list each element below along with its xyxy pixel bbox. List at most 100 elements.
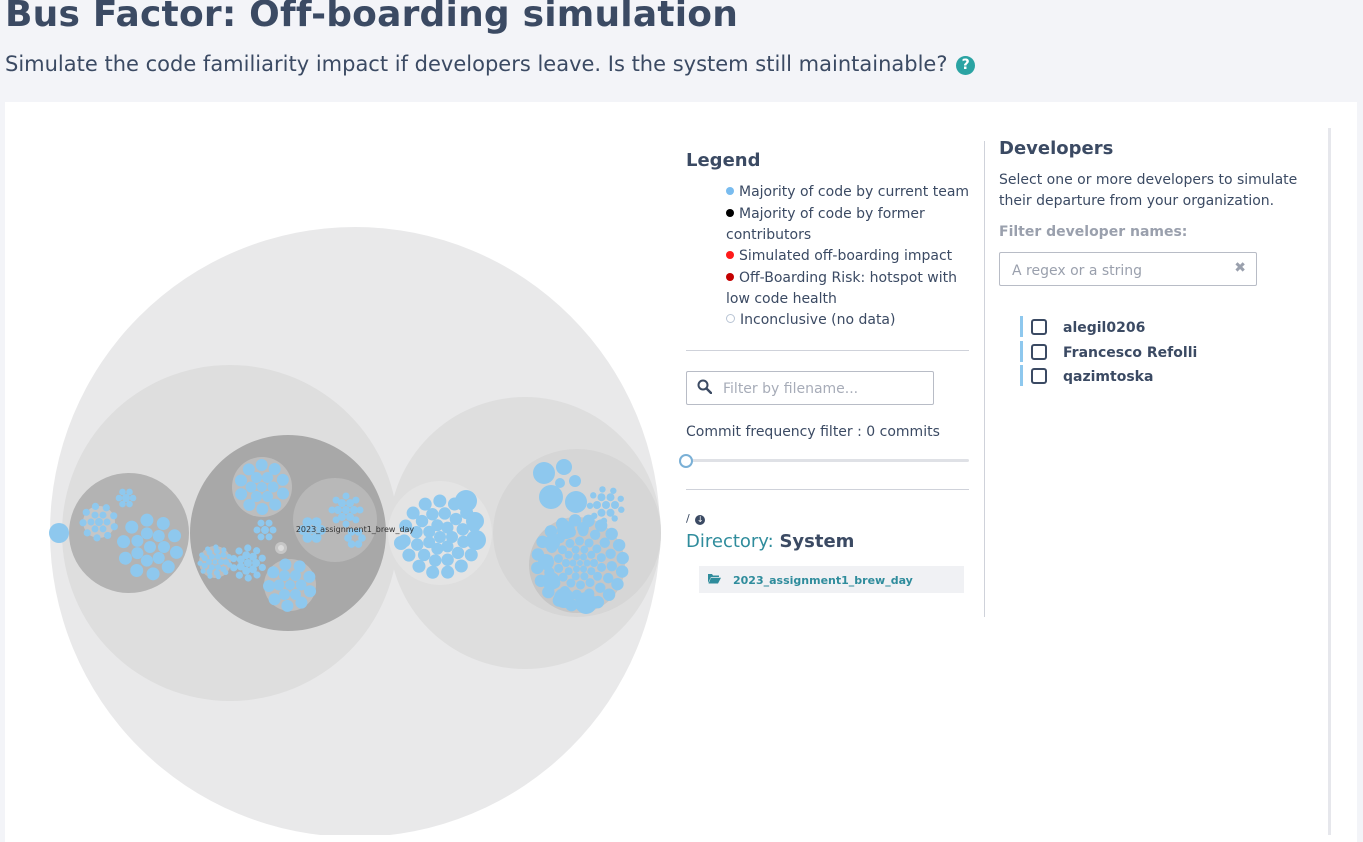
file-circle[interactable] — [565, 538, 575, 548]
file-circle[interactable] — [342, 492, 350, 500]
file-circle[interactable] — [566, 578, 576, 588]
file-circle[interactable] — [91, 525, 99, 533]
file-circle[interactable] — [261, 526, 269, 534]
file-circle[interactable] — [242, 463, 255, 476]
file-circle[interactable] — [354, 540, 363, 548]
file-filter-field[interactable] — [686, 371, 934, 405]
file-circle[interactable] — [352, 496, 360, 504]
developer-item[interactable]: alegil0206 — [1020, 316, 1280, 341]
file-circle[interactable] — [230, 564, 238, 572]
file-circle[interactable] — [580, 553, 587, 561]
file-circle[interactable] — [131, 547, 144, 560]
file-circle[interactable] — [556, 459, 572, 475]
file-circle[interactable] — [267, 481, 279, 493]
file-circle[interactable] — [590, 492, 597, 499]
file-circle[interactable] — [438, 507, 451, 520]
file-circle[interactable] — [426, 565, 440, 579]
file-circle[interactable] — [304, 585, 317, 598]
file-circle[interactable] — [580, 572, 589, 581]
file-circle[interactable] — [215, 574, 221, 580]
times-icon[interactable]: ✖ — [1234, 260, 1246, 276]
file-circle[interactable] — [263, 580, 276, 593]
file-circle[interactable] — [279, 589, 290, 601]
file-circle[interactable] — [611, 577, 624, 591]
file-circle[interactable] — [126, 488, 133, 496]
file-circle[interactable] — [110, 523, 118, 531]
file-circle[interactable] — [268, 463, 281, 476]
file-circle[interactable] — [466, 530, 486, 550]
file-circle[interactable] — [611, 501, 619, 509]
file-circle[interactable] — [243, 498, 256, 511]
file-circle[interactable] — [279, 558, 292, 571]
file-circle[interactable] — [584, 538, 594, 548]
developer-item[interactable]: Francesco Refolli — [1020, 340, 1280, 366]
file-circle[interactable] — [602, 588, 616, 601]
directory-child-name[interactable]: 2023_assignment1_brew_day — [733, 574, 913, 587]
file-circle[interactable] — [161, 560, 175, 574]
file-circle[interactable] — [557, 545, 567, 555]
file-circle[interactable] — [411, 538, 424, 551]
file-circle[interactable] — [342, 506, 350, 514]
file-circle[interactable] — [253, 547, 261, 555]
file-circle[interactable] — [212, 559, 218, 565]
filename-filter-input[interactable] — [721, 378, 925, 400]
file-circle[interactable] — [122, 494, 130, 502]
file-circle[interactable] — [244, 559, 252, 567]
file-circle[interactable] — [293, 560, 306, 573]
file-circle[interactable] — [49, 523, 69, 543]
file-circle[interactable] — [596, 553, 606, 563]
file-circle[interactable] — [574, 536, 584, 546]
file-circle[interactable] — [434, 531, 446, 543]
file-circle[interactable] — [230, 554, 238, 563]
file-circle[interactable] — [144, 541, 156, 553]
file-circle[interactable] — [257, 482, 267, 492]
file-circle[interactable] — [455, 490, 477, 512]
file-circle[interactable] — [332, 516, 340, 524]
file-circle[interactable] — [253, 526, 261, 534]
file-circle[interactable] — [242, 551, 251, 560]
file-circle[interactable] — [311, 532, 322, 543]
file-circle[interactable] — [406, 506, 420, 520]
file-circle[interactable] — [235, 571, 243, 579]
file-circle[interactable] — [244, 544, 252, 552]
file-circle[interactable] — [569, 475, 581, 487]
file-circle[interactable] — [234, 474, 247, 487]
file-circle[interactable] — [205, 546, 211, 552]
file-circle[interactable] — [592, 544, 602, 554]
file-circle[interactable] — [140, 527, 153, 540]
file-circle[interactable] — [99, 511, 107, 519]
file-circle[interactable] — [593, 501, 601, 509]
file-circle[interactable] — [200, 568, 206, 574]
file-circle[interactable] — [95, 518, 103, 526]
file-circle[interactable] — [569, 559, 577, 567]
file-circle[interactable] — [605, 548, 616, 559]
file-circle[interactable] — [617, 495, 624, 502]
file-circle[interactable] — [454, 559, 468, 573]
file-circle[interactable] — [215, 564, 221, 571]
file-circle[interactable] — [433, 494, 447, 508]
file-circle[interactable] — [565, 491, 587, 513]
file-circle[interactable] — [558, 572, 568, 582]
file-circle[interactable] — [441, 565, 455, 579]
question-circle-icon[interactable]: ? — [956, 56, 976, 75]
file-circle[interactable] — [285, 580, 295, 590]
file-circle[interactable] — [276, 473, 289, 486]
file-circle[interactable] — [611, 515, 618, 522]
file-circle[interactable] — [131, 534, 144, 547]
file-circle[interactable] — [605, 527, 618, 541]
file-circle[interactable] — [577, 522, 589, 534]
file-circle[interactable] — [140, 554, 153, 567]
file-circle[interactable] — [199, 552, 205, 558]
file-circle[interactable] — [236, 562, 245, 571]
file-circle[interactable] — [197, 560, 203, 566]
file-circle[interactable] — [278, 545, 284, 551]
file-circle[interactable] — [544, 535, 560, 551]
developer-filter-field[interactable]: ✖ — [999, 252, 1257, 286]
file-circle[interactable] — [533, 462, 555, 484]
file-circle[interactable] — [606, 493, 615, 502]
file-circle[interactable] — [146, 567, 160, 581]
file-circle[interactable] — [593, 571, 603, 581]
file-circle[interactable] — [554, 563, 564, 573]
file-circle[interactable] — [115, 494, 123, 502]
developer-checkbox[interactable] — [1031, 319, 1047, 335]
